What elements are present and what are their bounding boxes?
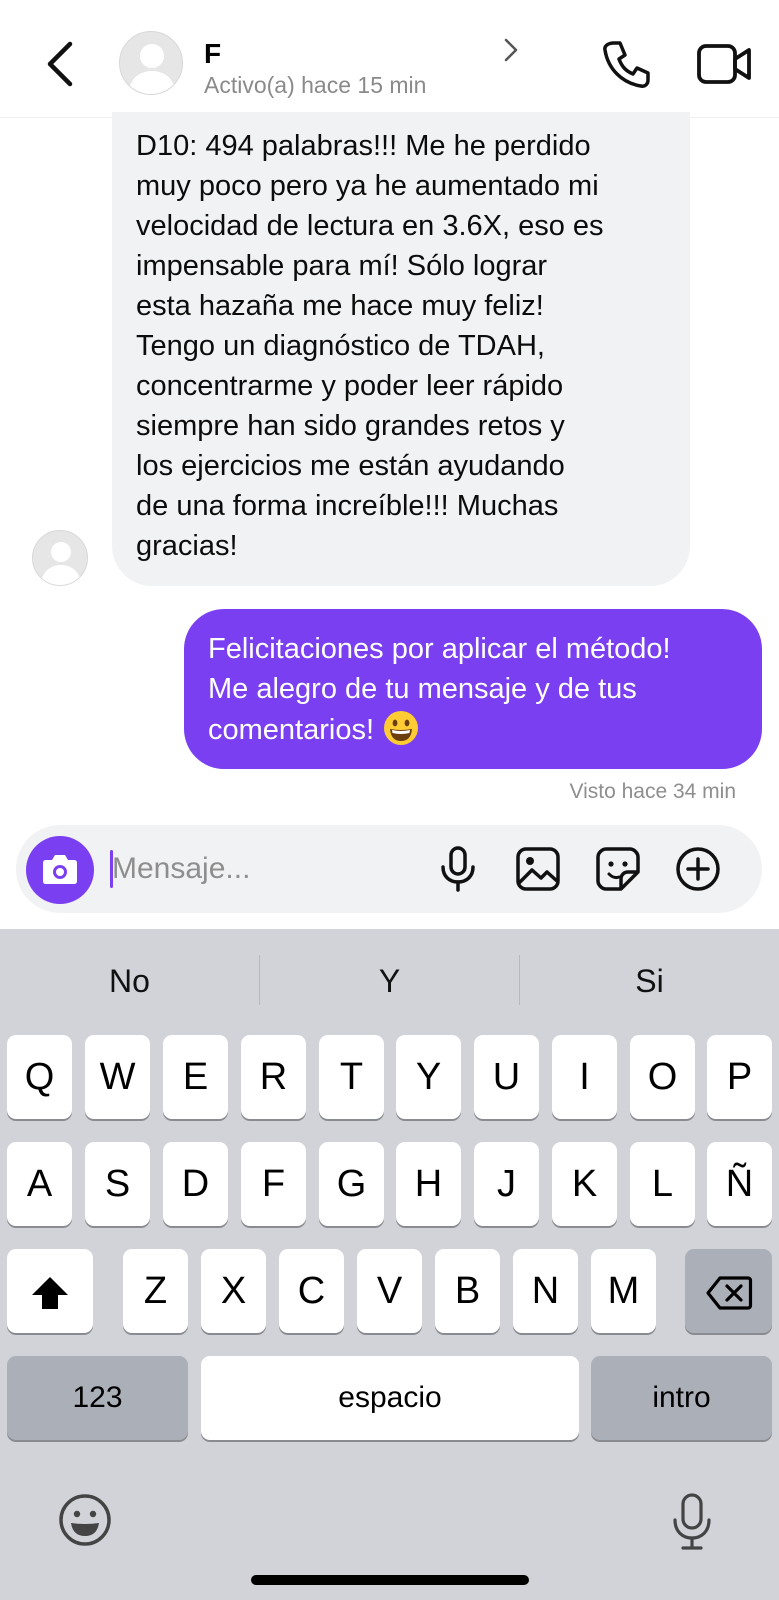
key-f[interactable]: F	[241, 1142, 306, 1226]
key-i[interactable]: I	[552, 1035, 617, 1119]
key-s[interactable]: S	[85, 1142, 150, 1226]
key-m[interactable]: M	[591, 1249, 656, 1333]
seen-status: Visto hace 34 min	[569, 780, 736, 803]
voice-message-button[interactable]	[434, 845, 482, 893]
suggestion-3[interactable]: Si	[520, 959, 779, 1003]
shift-key[interactable]	[7, 1249, 93, 1333]
video-camera-icon	[697, 44, 751, 84]
key-k[interactable]: K	[552, 1142, 617, 1226]
key-o[interactable]: O	[630, 1035, 695, 1119]
sticker-button[interactable]	[594, 845, 642, 893]
keyboard: No Y Si Q W E R T Y U I O P A S D F G H …	[0, 929, 779, 1600]
key-n[interactable]: N	[513, 1249, 578, 1333]
key-p[interactable]: P	[707, 1035, 772, 1119]
back-chevron-icon	[47, 41, 73, 87]
message-composer	[16, 825, 762, 913]
suggestion-1[interactable]: No	[0, 959, 259, 1003]
outgoing-message-text: Felicitaciones por aplicar el método! Me…	[208, 633, 671, 746]
key-t[interactable]: T	[319, 1035, 384, 1119]
sticker-icon	[596, 847, 640, 891]
key-l[interactable]: L	[630, 1142, 695, 1226]
shift-icon	[32, 1276, 68, 1309]
key-u[interactable]: U	[474, 1035, 539, 1119]
home-indicator[interactable]	[251, 1575, 529, 1585]
backspace-key[interactable]	[685, 1249, 772, 1333]
plus-circle-icon	[676, 847, 720, 891]
message-input[interactable]	[112, 845, 412, 893]
outgoing-message[interactable]: Felicitaciones por aplicar el método! Me…	[184, 609, 762, 769]
avatar-placeholder-icon	[128, 44, 176, 94]
key-y[interactable]: Y	[396, 1035, 461, 1119]
chat-header: F Activo(a) hace 15 min	[0, 0, 779, 118]
avatar-placeholder-icon	[40, 542, 82, 585]
key-w[interactable]: W	[85, 1035, 150, 1119]
key-j[interactable]: J	[474, 1142, 539, 1226]
key-h[interactable]: H	[396, 1142, 461, 1226]
key-x[interactable]: X	[201, 1249, 266, 1333]
return-key[interactable]: intro	[591, 1356, 772, 1440]
camera-icon	[43, 855, 77, 884]
key-a[interactable]: A	[7, 1142, 72, 1226]
suggestion-2[interactable]: Y	[260, 959, 519, 1003]
dictation-button[interactable]	[670, 1492, 714, 1552]
grinning-face-emoji	[384, 711, 419, 745]
numbers-key[interactable]: 123	[7, 1356, 188, 1440]
key-d[interactable]: D	[163, 1142, 228, 1226]
contact-name[interactable]: F	[204, 38, 221, 70]
chevron-right-icon	[504, 38, 518, 62]
emoji-icon	[59, 1494, 111, 1546]
audio-call-button[interactable]	[600, 38, 652, 90]
contact-avatar[interactable]	[119, 31, 183, 95]
key-r[interactable]: R	[241, 1035, 306, 1119]
video-call-button[interactable]	[696, 40, 752, 88]
contact-status: Activo(a) hace 15 min	[204, 72, 427, 98]
microphone-icon	[441, 846, 475, 892]
space-key[interactable]: espacio	[201, 1356, 579, 1440]
key-z[interactable]: Z	[123, 1249, 188, 1333]
key-g[interactable]: G	[319, 1142, 384, 1226]
gallery-icon	[516, 847, 560, 891]
key-v[interactable]: V	[357, 1249, 422, 1333]
key-c[interactable]: C	[279, 1249, 344, 1333]
key-q[interactable]: Q	[7, 1035, 72, 1119]
phone-icon	[603, 41, 650, 88]
back-button[interactable]	[40, 38, 84, 90]
more-options-button[interactable]	[674, 845, 722, 893]
profile-chevron-button[interactable]	[500, 36, 524, 64]
key-n-tilde[interactable]: Ñ	[707, 1142, 772, 1226]
key-e[interactable]: E	[163, 1035, 228, 1119]
key-b[interactable]: B	[435, 1249, 500, 1333]
dictation-mic-icon	[673, 1493, 711, 1550]
sender-avatar[interactable]	[32, 530, 88, 586]
camera-button[interactable]	[26, 836, 94, 904]
backspace-icon	[705, 1276, 752, 1310]
gallery-button[interactable]	[514, 845, 562, 893]
incoming-message[interactable]: D10: 494 palabras!!! Me he perdido muy p…	[112, 112, 690, 586]
emoji-keyboard-button[interactable]	[57, 1492, 113, 1548]
